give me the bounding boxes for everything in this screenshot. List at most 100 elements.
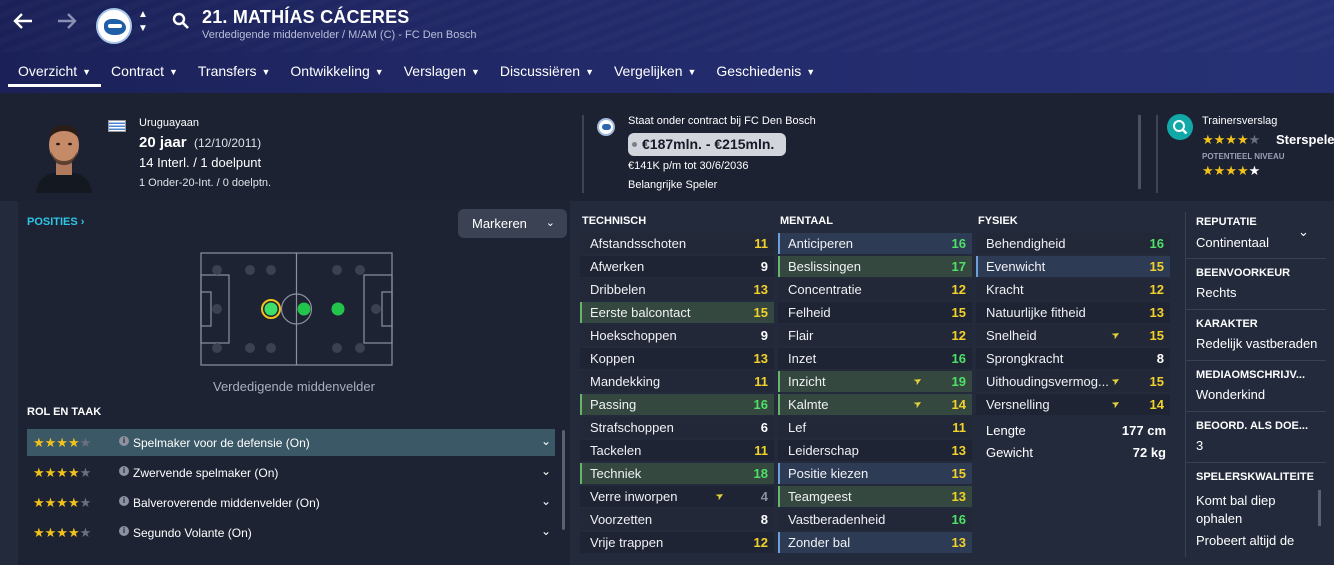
role-row[interactable]: ★★★★★ i Spelmaker voor de defensie (On) … (27, 429, 555, 456)
attribute-row[interactable]: Versnelling ➤ 14 (976, 394, 1170, 415)
attribute-value: 15 (753, 305, 768, 320)
attribute-row[interactable]: Evenwicht 15 (976, 256, 1170, 277)
attribute-row[interactable]: Natuurlijke fitheid 13 (976, 302, 1170, 323)
trend-arrow-icon: ➤ (713, 489, 727, 504)
attribute-name: Concentratie (788, 282, 862, 297)
attribute-value: 15 (1149, 374, 1164, 389)
attribute-row[interactable]: Leiderschap 13 (778, 440, 972, 461)
mental-title: MENTAAL (780, 215, 833, 227)
attribute-row[interactable]: Techniek 18 (580, 463, 774, 484)
switch-club-icon[interactable]: ▲ ▼ (136, 8, 150, 36)
back-arrow-icon[interactable] (12, 10, 34, 39)
attribute-name: Positie kiezen (788, 466, 869, 481)
attribute-value: 13 (753, 351, 768, 366)
attribute-row[interactable]: Lef 11 (778, 417, 972, 438)
search-icon[interactable] (172, 12, 190, 30)
current-ability-stars: ★★★★★ (1202, 132, 1261, 147)
trait-item: Probeert altijd de (1196, 533, 1295, 548)
tab-overview[interactable]: Overzicht ▼ (8, 57, 102, 87)
attribute-row[interactable]: Beslissingen 17 (778, 256, 972, 277)
scrollbar[interactable] (1318, 490, 1321, 526)
gk-rating-value: 3 (1196, 438, 1204, 453)
transfer-value[interactable]: €187mln. - €215mln. (628, 133, 786, 156)
role-row[interactable]: ★★★★★ i Balveroverende middenvelder (On)… (27, 489, 555, 516)
attribute-row[interactable]: Concentratie 12 (778, 279, 972, 300)
tab-transfers[interactable]: Transfers ▼ (188, 57, 281, 87)
attribute-row[interactable]: Positie kiezen 15 (778, 463, 972, 484)
attribute-row[interactable]: Teamgeest 13 (778, 486, 972, 507)
attribute-row[interactable]: Vrije trappen 12 (580, 532, 774, 553)
attribute-row[interactable]: Koppen 13 (580, 348, 774, 369)
divider (1186, 360, 1326, 361)
attribute-row[interactable]: Afstandsschoten 11 (580, 233, 774, 254)
attribute-name: Mandekking (590, 374, 661, 389)
attribute-row[interactable]: Kalmte ➤ 14 (778, 394, 972, 415)
attribute-row[interactable]: Sprongkracht 8 (976, 348, 1170, 369)
tab-discuss[interactable]: Discussiëren ▼ (490, 57, 604, 87)
attribute-row[interactable]: Inzicht ➤ 19 (778, 371, 972, 392)
attribute-row[interactable]: Strafschoppen 6 (580, 417, 774, 438)
attribute-value: 16 (951, 236, 966, 251)
attribute-row[interactable]: Behendigheid 16 (976, 233, 1170, 254)
info-icon[interactable]: i (119, 496, 129, 506)
coach-report-icon[interactable] (1167, 114, 1193, 140)
attribute-value: 14 (951, 397, 966, 412)
attribute-row[interactable]: Vastberadenheid 16 (778, 509, 972, 530)
attribute-row[interactable]: Kracht 12 (976, 279, 1170, 300)
attribute-row[interactable]: Flair 12 (778, 325, 972, 346)
attribute-value: 16 (1149, 236, 1164, 251)
info-icon[interactable]: i (119, 466, 129, 476)
chevron-down-icon[interactable]: ⌄ (541, 524, 551, 538)
attribute-row[interactable]: Tackelen 11 (580, 440, 774, 461)
attribute-name: Afstandsschoten (590, 236, 687, 251)
chevron-down-icon[interactable]: ⌄ (1298, 224, 1309, 240)
info-icon[interactable]: i (119, 436, 129, 446)
attribute-row[interactable]: Passing 16 (580, 394, 774, 415)
chevron-down-icon[interactable]: ⌄ (541, 434, 551, 448)
attribute-row[interactable]: Uithoudingsvermog... ➤ 15 (976, 371, 1170, 392)
role-row[interactable]: ★★★★★ i Segundo Volante (On) ⌄ (27, 519, 555, 546)
positions-link[interactable]: POSITIES › (27, 216, 84, 228)
attribute-row[interactable]: Eerste balcontact 15 (580, 302, 774, 323)
reputation-value: Continentaal (1196, 235, 1269, 250)
attribute-value: 14 (1149, 397, 1164, 412)
attribute-row[interactable]: Voorzetten 8 (580, 509, 774, 530)
coach-report-label: Trainersverslag (1202, 115, 1278, 127)
chevron-down-icon[interactable]: ⌄ (541, 464, 551, 478)
attribute-row[interactable]: Felheid 15 (778, 302, 972, 323)
attribute-row[interactable]: Afwerken 9 (580, 256, 774, 277)
attribute-row[interactable]: Zonder bal 13 (778, 532, 972, 553)
role-row[interactable]: ★★★★★ i Zwervende spelmaker (On) ⌄ (27, 459, 555, 486)
attribute-row[interactable]: Inzet 16 (778, 348, 972, 369)
role-stars: ★★★★★ (33, 525, 92, 540)
divider (1185, 212, 1186, 557)
attribute-row[interactable]: Verre inworpen ➤ 4 (580, 486, 774, 507)
attribute-row[interactable]: Anticiperen 16 (778, 233, 972, 254)
divider (1186, 411, 1326, 412)
attribute-row[interactable]: Mandekking 11 (580, 371, 774, 392)
trend-arrow-icon: ➤ (1109, 328, 1123, 343)
attribute-name: Versnelling (986, 397, 1050, 412)
attribute-row[interactable]: Dribbelen 13 (580, 279, 774, 300)
attribute-row[interactable]: Hoekschoppen 9 (580, 325, 774, 346)
club-logo[interactable] (96, 8, 132, 44)
attribute-name: Inzet (788, 351, 817, 366)
chevron-down-icon[interactable]: ⌄ (541, 494, 551, 508)
tab-development[interactable]: Ontwikkeling ▼ (280, 57, 393, 87)
tab-contract[interactable]: Contract ▼ (101, 57, 188, 87)
info-icon[interactable]: i (119, 526, 129, 536)
attribute-value: 11 (754, 374, 768, 389)
scrollbar[interactable] (562, 430, 565, 530)
attribute-row[interactable]: Snelheid ➤ 15 (976, 325, 1170, 346)
attribute-name: Behendigheid (986, 236, 1066, 251)
scrollbar[interactable] (1138, 115, 1141, 189)
page-title: 21. MATHÍAS CÁCERES (202, 7, 410, 27)
tab-compare[interactable]: Vergelijken ▼ (604, 57, 706, 87)
pitch-diagram (200, 252, 393, 366)
tab-reports[interactable]: Verslagen ▼ (394, 57, 490, 87)
tab-history[interactable]: Geschiedenis ▼ (706, 57, 825, 87)
mark-button[interactable]: Markeren ⌄ (458, 209, 567, 238)
birth-date: (12/10/2011) (194, 136, 262, 150)
attribute-name: Flair (788, 328, 814, 343)
forward-arrow-icon[interactable] (56, 10, 78, 39)
